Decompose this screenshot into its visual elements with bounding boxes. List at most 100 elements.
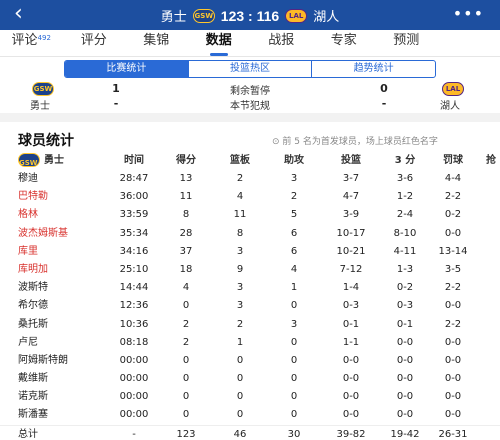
segment-game-stats[interactable]: 比赛统计 <box>65 61 188 77</box>
starters-note: ⊙ 前 5 名为首发球员，场上球员红色名字 <box>272 137 438 147</box>
tab-ratings[interactable]: 评分 <box>63 30 126 56</box>
player-name[interactable]: 戴维斯 <box>18 370 48 388</box>
tab-highlights[interactable]: 集锦 <box>125 30 188 56</box>
player-name[interactable]: 库明加 <box>18 261 48 279</box>
cell-rebounds: 2 <box>236 173 244 184</box>
cell-ft: 0-0 <box>444 336 462 348</box>
total-minutes: - <box>132 428 136 440</box>
tab-comments[interactable]: 评论492 <box>0 30 63 56</box>
player-name[interactable]: 波杰姆斯基 <box>18 225 68 243</box>
cell-fg: 10-17 <box>336 227 366 239</box>
col-steals: 抢 <box>486 155 496 166</box>
table-row[interactable]: 穆迪 28:47 13 2 3 3-7 3-6 4-4 <box>0 170 500 188</box>
player-name[interactable]: 桑托斯 <box>18 316 48 334</box>
cell-3pt: 0-0 <box>396 354 414 366</box>
tab-data[interactable]: 数据 <box>188 30 251 56</box>
cell-fg: 4-7 <box>342 191 360 203</box>
cell-assists: 0 <box>290 354 298 366</box>
cell-fg: 1-4 <box>342 282 360 294</box>
player-name[interactable]: 穆迪 <box>18 170 38 188</box>
cell-assists: 3 <box>290 173 298 184</box>
away-team-logo: LAL <box>285 8 308 23</box>
col-assists: 助攻 <box>284 155 304 166</box>
cell-minutes: 08:18 <box>119 336 149 348</box>
table-row[interactable]: 希尔德 12:36 0 3 0 0-3 0-3 0-0 <box>0 297 500 315</box>
cell-minutes: 35:34 <box>119 227 149 239</box>
player-name[interactable]: 诺克斯 <box>18 388 48 406</box>
cell-3pt: 3-6 <box>396 173 414 184</box>
total-assists: 30 <box>287 428 301 440</box>
cell-ft: 0-0 <box>444 391 462 403</box>
cell-ft: 0-0 <box>444 373 462 385</box>
table-row[interactable]: 库明加 25:10 18 9 4 7-12 1-3 3-5 <box>0 261 500 279</box>
cell-minutes: 12:36 <box>119 300 149 312</box>
timeouts-row: 1 剩余暂停 0 <box>0 82 500 97</box>
cell-points: 0 <box>182 409 190 421</box>
segment-trend-stats[interactable]: 趋势统计 <box>311 61 435 77</box>
table-row[interactable]: 斯潘塞 00:00 0 0 0 0-0 0-0 0-0 <box>0 406 500 424</box>
cell-points: 4 <box>182 282 190 294</box>
home-team-logo: GSW <box>192 8 215 23</box>
table-row[interactable]: 格林 33:59 8 11 5 3-9 2-4 0-2 <box>0 206 500 224</box>
tab-report[interactable]: 战报 <box>250 30 313 56</box>
cell-ft: 2-2 <box>444 191 462 203</box>
table-body: 穆迪 28:47 13 2 3 3-7 3-6 4-4 巴特勒 36:00 11 4 2 4-7 1-2 2-… <box>0 170 500 425</box>
col-rebounds: 篮板 <box>230 155 250 166</box>
cell-points: 18 <box>179 263 193 275</box>
player-name[interactable]: 斯潘塞 <box>18 406 48 424</box>
player-stats-table[interactable]: GSW 勇士 时间 得分 篮板 助攻 投篮 3 分 罚球 抢 穆迪 28:47 13 2… <box>0 152 500 440</box>
table-row[interactable]: 波斯特 14:44 4 3 1 1-4 0-2 2-2 <box>0 279 500 297</box>
cell-fg: 0-1 <box>342 318 360 330</box>
summary-home-name: 勇士 <box>30 101 50 112</box>
cell-points: 2 <box>182 336 190 348</box>
table-row[interactable]: 桑托斯 10:36 2 2 3 0-1 0-1 2-2 <box>0 316 500 334</box>
away-fouls: - <box>381 97 387 110</box>
cell-assists: 6 <box>290 245 298 257</box>
cell-minutes: 00:00 <box>119 409 149 421</box>
player-name[interactable]: 卢尼 <box>18 334 38 352</box>
cell-fg: 10-21 <box>336 245 366 257</box>
cell-ft: 2-2 <box>444 282 462 294</box>
home-fouls: - <box>113 97 119 110</box>
table-row[interactable]: 巴特勒 36:00 11 4 2 4-7 1-2 2-2 <box>0 188 500 206</box>
cell-3pt: 0-3 <box>396 300 414 312</box>
cell-minutes: 00:00 <box>119 373 149 385</box>
table-row[interactable]: 波杰姆斯基 35:34 28 8 6 10-17 8-10 0-0 <box>0 225 500 243</box>
table-row[interactable]: 诺克斯 00:00 0 0 0 0-0 0-0 0-0 <box>0 388 500 406</box>
cell-points: 0 <box>182 354 190 366</box>
more-dots-icon[interactable]: ••• <box>453 4 484 23</box>
player-name[interactable]: 希尔德 <box>18 297 48 315</box>
player-name[interactable]: 格林 <box>18 206 38 224</box>
cell-fg: 3-9 <box>342 209 360 221</box>
table-team-logo: GSW <box>18 153 40 167</box>
cell-3pt: 0-0 <box>396 409 414 421</box>
cell-minutes: 00:00 <box>119 391 149 403</box>
team-column-header: GSW 勇士 <box>18 153 64 167</box>
player-name[interactable]: 阿姆斯特朗 <box>18 352 68 370</box>
player-name[interactable]: 波斯特 <box>18 279 48 297</box>
cell-minutes: 33:59 <box>119 209 149 221</box>
player-name[interactable]: 巴特勒 <box>18 188 48 206</box>
table-row[interactable]: 戴维斯 00:00 0 0 0 0-0 0-0 0-0 <box>0 370 500 388</box>
total-ft: 26-31 <box>438 428 468 440</box>
segment-shot-chart[interactable]: 投篮热区 <box>187 61 312 77</box>
tab-experts[interactable]: 专家 <box>313 30 376 56</box>
cell-rebounds: 4 <box>236 191 244 203</box>
table-row[interactable]: 卢尼 08:18 2 1 0 1-1 0-0 0-0 <box>0 334 500 352</box>
cell-ft: 0-2 <box>444 209 462 221</box>
cell-points: 37 <box>179 245 193 257</box>
cell-3pt: 4-11 <box>393 245 417 257</box>
table-row[interactable]: 库里 34:16 37 3 6 10-21 4-11 13-14 <box>0 243 500 261</box>
cell-3pt: 2-4 <box>396 209 414 221</box>
score-header: 勇士 GSW 123 : 116 LAL 湖人 <box>0 6 500 26</box>
tab-predictions[interactable]: 预测 <box>375 30 438 56</box>
player-name[interactable]: 库里 <box>18 243 38 261</box>
cell-points: 0 <box>182 391 190 403</box>
nav-divider <box>0 56 500 57</box>
home-timeouts: 1 <box>112 82 120 95</box>
table-row[interactable]: 阿姆斯特朗 00:00 0 0 0 0-0 0-0 0-0 <box>0 352 500 370</box>
fouls-row: 勇士 - 本节犯规 - 湖人 <box>0 97 500 112</box>
cell-ft: 13-14 <box>438 245 468 257</box>
cell-minutes: 28:47 <box>119 173 149 184</box>
away-timeouts: 0 <box>380 82 388 95</box>
